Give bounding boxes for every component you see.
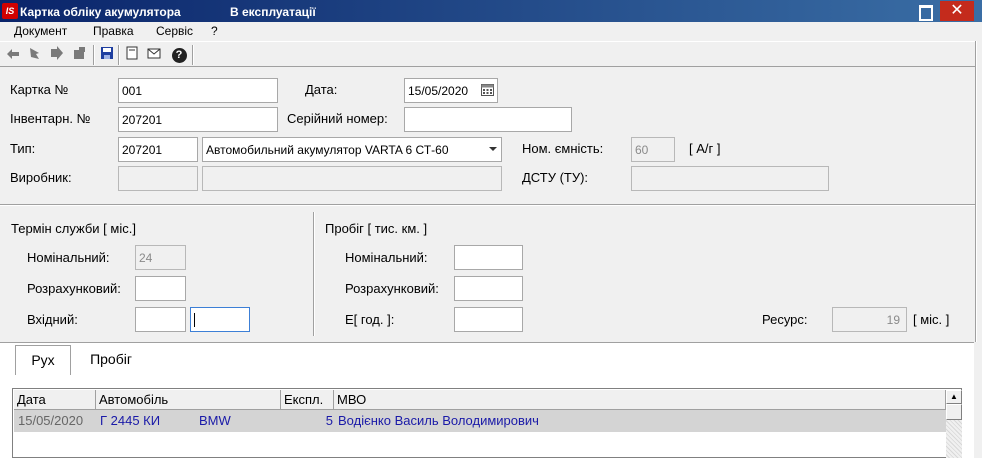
save-icon[interactable]	[98, 45, 116, 63]
cell-expl: 5	[325, 413, 333, 428]
resource-field: 19	[832, 307, 907, 332]
title-bar: IS Картка обліку акумулятора В експлуата…	[0, 0, 982, 22]
mileage-input-field[interactable]	[454, 307, 523, 332]
life-calc-field[interactable]	[135, 276, 186, 301]
maker-code-field	[118, 166, 198, 191]
capacity-field: 60	[631, 137, 675, 162]
life-input-field-2[interactable]	[190, 307, 250, 332]
date-field[interactable]: 15/05/2020	[404, 78, 498, 103]
cell-date: 15/05/2020	[18, 413, 84, 428]
service-life-title: Термін служби [ міс.]	[11, 221, 136, 236]
resource-label: Ресурс:	[762, 312, 808, 327]
calendar-icon[interactable]	[481, 83, 494, 99]
type-select[interactable]: Автомобильний акумулятор VARTA 6 СТ-60	[202, 137, 502, 162]
text-cursor	[194, 313, 195, 327]
menu-help[interactable]: ?	[211, 24, 218, 38]
menu-bar: Документ Правка Сервіс ?	[0, 22, 982, 41]
life-calc-label: Розрахунковий:	[27, 281, 121, 296]
scroll-up-icon[interactable]: ▲	[946, 390, 962, 404]
app-logo: IS	[2, 3, 18, 19]
movement-grid: Дата Автомобіль Експл. МВО 15/05/2020 Г …	[12, 388, 962, 458]
type-select-value: Автомобильний акумулятор VARTA 6 СТ-60	[206, 143, 449, 157]
type-label: Тип:	[10, 141, 36, 156]
mileage-nominal-label: Номінальний:	[345, 250, 428, 265]
maker-name-field	[202, 166, 502, 191]
toolbar-separator	[192, 45, 194, 65]
window-title: Картка обліку акумулятора	[20, 5, 181, 19]
tab-mileage[interactable]: Пробіг	[78, 345, 144, 375]
life-input-field-1[interactable]	[135, 307, 186, 332]
table-row[interactable]: 15/05/2020 Г 2445 КИ BMW 5 Водієнко Васи…	[14, 410, 946, 432]
capacity-label: Ном. ємність:	[522, 141, 604, 156]
column-header-date[interactable]: Дата	[14, 390, 96, 410]
resource-unit: [ міс. ]	[913, 312, 950, 327]
menu-document[interactable]: Документ	[14, 24, 67, 38]
life-nominal-field: 24	[135, 245, 186, 270]
card-no-label: Картка №	[10, 82, 69, 97]
mail-icon[interactable]	[145, 45, 163, 63]
toolbar-separator	[93, 45, 95, 65]
mileage-input-label: Е[ год. ]:	[345, 312, 395, 327]
group-divider	[313, 212, 315, 336]
nav-last-icon[interactable]	[70, 45, 88, 63]
chevron-down-icon[interactable]	[489, 147, 497, 151]
life-input-label: Вхідний:	[27, 312, 78, 327]
cell-car-brand: BMW	[199, 413, 231, 428]
menu-edit[interactable]: Правка	[93, 24, 134, 38]
toolbar: ?	[0, 41, 976, 67]
cell-car-no: Г 2445 КИ	[100, 413, 161, 428]
help-icon[interactable]: ?	[170, 45, 188, 63]
cell-mvo: Водієнко Василь Володимирович	[338, 413, 539, 428]
window-status: В експлуатації	[230, 5, 316, 19]
tab-movement[interactable]: Рух	[15, 345, 71, 375]
dstu-label: ДСТУ (ТУ):	[522, 170, 589, 185]
menu-service[interactable]: Сервіс	[156, 24, 193, 38]
vertical-scrollbar[interactable]: ▲	[946, 390, 962, 458]
toolbar-separator	[118, 45, 120, 65]
section-divider	[0, 204, 975, 206]
mileage-calc-field[interactable]	[454, 276, 523, 301]
inv-no-field[interactable]: 207201	[118, 107, 278, 132]
nav-next-icon[interactable]	[48, 45, 66, 63]
date-label: Дата:	[305, 82, 338, 97]
inv-no-label: Інвентарн. №	[10, 111, 91, 126]
date-value: 15/05/2020	[408, 84, 469, 98]
scroll-thumb[interactable]	[946, 404, 962, 420]
column-header-expl[interactable]: Експл.	[281, 390, 334, 410]
document-icon[interactable]	[123, 45, 141, 63]
column-header-car[interactable]: Автомобіль	[96, 390, 281, 410]
mileage-calc-label: Розрахунковий:	[345, 281, 439, 296]
serial-label: Серійний номер:	[287, 111, 388, 126]
mileage-nominal-field[interactable]	[454, 245, 523, 270]
maximize-button[interactable]	[916, 3, 934, 21]
maker-label: Виробник:	[10, 170, 72, 185]
card-no-field[interactable]: 001	[118, 78, 278, 103]
nav-prev-icon[interactable]	[26, 45, 44, 63]
mileage-title: Пробіг [ тис. км. ]	[325, 221, 428, 236]
serial-field[interactable]	[404, 107, 572, 132]
right-border	[975, 41, 977, 342]
type-code-field[interactable]: 207201	[118, 137, 198, 162]
close-button[interactable]: ✕	[940, 1, 974, 21]
life-nominal-label: Номінальний:	[27, 250, 110, 265]
capacity-unit: [ А/г ]	[689, 141, 721, 156]
dstu-field	[631, 166, 829, 191]
column-header-mvo[interactable]: МВО	[334, 390, 946, 410]
nav-first-icon[interactable]	[4, 45, 22, 63]
